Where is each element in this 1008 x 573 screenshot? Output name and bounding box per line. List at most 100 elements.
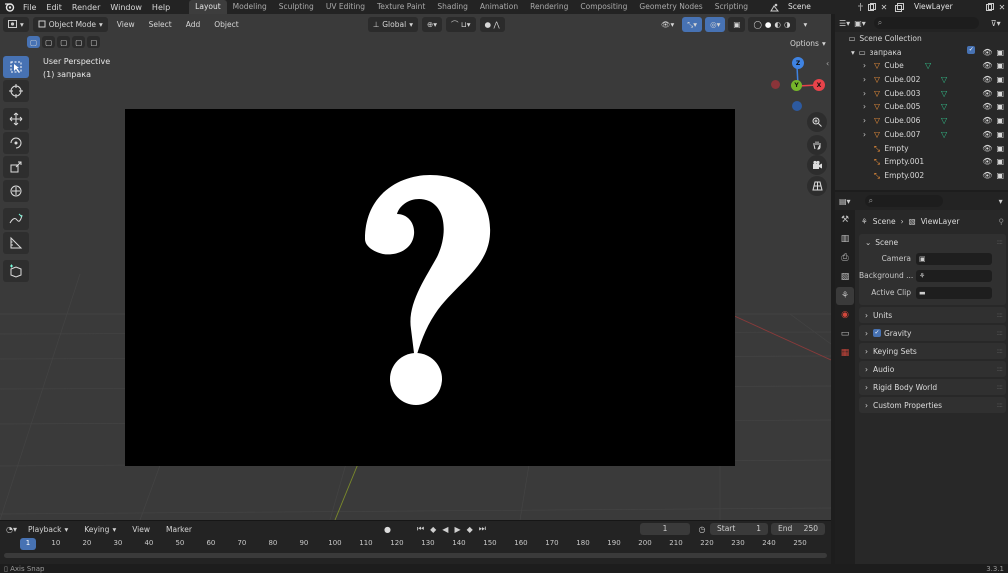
render-tab-icon[interactable]: ▥ (836, 230, 854, 248)
properties-editor-type-icon[interactable]: ▤▾ (839, 197, 851, 206)
outliner-item[interactable]: › ▽ Cube.006 👁 ▣ ▽ (835, 114, 1008, 128)
texture-tab-icon[interactable]: ▦ (836, 344, 854, 362)
scene-selector[interactable]: Scene (782, 1, 854, 13)
delete-view-layer-icon[interactable]: ✕ (996, 3, 1008, 12)
view-layer-tab-icon[interactable]: ▧ (836, 268, 854, 286)
menu-timeline-view[interactable]: View (127, 522, 155, 537)
drag-handle-icon[interactable]: :::: (997, 311, 1004, 319)
options-button[interactable]: Options ▾ (785, 36, 831, 51)
outliner-item[interactable]: › ▽ Cube.005 👁 ▣ ▽ (835, 100, 1008, 114)
tab-layout[interactable]: Layout (189, 0, 227, 14)
camera-render-icon[interactable]: ▣ (996, 169, 1004, 183)
drag-handle-icon[interactable]: :::: (997, 365, 1004, 373)
panel-header[interactable]: › Units:::: (859, 307, 1006, 323)
tab-modeling[interactable]: Modeling (227, 0, 273, 14)
visibility-select[interactable]: 👁▾ (656, 17, 679, 32)
active-clip-field[interactable]: ▬ (916, 286, 992, 299)
gizmo-y-axis[interactable]: Y (791, 80, 802, 91)
xray-toggle[interactable]: ▣ (728, 17, 746, 32)
drag-handle-icon[interactable]: :::: (997, 383, 1004, 391)
tab-scripting[interactable]: Scripting (709, 0, 754, 14)
record-icon[interactable]: ● (384, 525, 391, 534)
menu-render[interactable]: Render (67, 3, 105, 12)
outliner-scene-collection[interactable]: ▭ Scene Collection (835, 32, 1008, 46)
camera-render-icon[interactable]: ▣ (996, 100, 1004, 114)
select-mode-new-icon[interactable]: ▢ (27, 36, 41, 48)
tab-animation[interactable]: Animation (474, 0, 524, 14)
outliner-search-input[interactable]: ⌕ (873, 17, 979, 29)
drag-handle-icon[interactable]: :::: (997, 329, 1004, 337)
new-view-layer-icon[interactable] (984, 3, 996, 11)
solid-icon[interactable]: ● (765, 17, 772, 32)
end-frame-field[interactable]: End 250 (771, 523, 825, 535)
menu-help[interactable]: Help (147, 3, 175, 12)
tab-geometry-nodes[interactable]: Geometry Nodes (633, 0, 708, 14)
eye-icon[interactable]: 👁 (982, 169, 992, 183)
camera-field[interactable]: ▣ (916, 252, 992, 265)
background-scene-field[interactable]: ⚘ (916, 269, 992, 282)
camera-view-icon[interactable] (807, 155, 827, 175)
outliner-item[interactable]: › ▽ Cube.002 👁 ▣ ▽ (835, 73, 1008, 87)
display-mode-icon[interactable]: ▣▾ (854, 19, 866, 28)
eye-icon[interactable]: 👁 (982, 114, 992, 128)
menu-keying[interactable]: Keying ▾ (79, 522, 121, 537)
panel-header[interactable]: › Custom Properties:::: (859, 397, 1006, 413)
eye-icon[interactable]: 👁 (982, 155, 992, 169)
image-plane[interactable] (125, 109, 735, 466)
pin-icon[interactable]: ⚲ (999, 217, 1005, 226)
eye-icon[interactable]: 👁 (982, 87, 992, 101)
preview-range-clock-icon[interactable]: ◷ (696, 523, 708, 535)
properties-search-input[interactable]: ⌕ (864, 195, 943, 207)
eye-icon[interactable]: 👁 (982, 59, 992, 73)
panel-header[interactable]: › Rigid Body World:::: (859, 379, 1006, 395)
camera-render-icon[interactable]: ▣ (996, 142, 1004, 156)
zoom-icon[interactable] (807, 112, 827, 132)
move-tool[interactable] (3, 108, 29, 130)
rendered-icon[interactable]: ◑ (784, 17, 791, 32)
camera-render-icon[interactable]: ▣ (996, 155, 1004, 169)
eye-icon[interactable]: 👁 (982, 46, 992, 60)
delete-scene-icon[interactable]: ✕ (878, 3, 890, 12)
drag-handle-icon[interactable]: :::: (997, 238, 1004, 246)
tab-compositing[interactable]: Compositing (574, 0, 633, 14)
3d-viewport[interactable]: ▾ Object Mode ▾ View Select Add Object ⊥ … (0, 14, 831, 520)
outliner-item[interactable]: ⤡ Empty 👁 ▣ (835, 142, 1008, 156)
select-mode-subtract-icon[interactable]: ▢ (57, 36, 71, 48)
scale-tool[interactable] (3, 156, 29, 178)
select-mode-invert-icon[interactable]: ▢ (72, 36, 86, 48)
annotate-tool[interactable] (3, 208, 29, 230)
current-frame-field[interactable]: 1 (640, 523, 690, 535)
filter-icon[interactable]: ⊽▾ (991, 19, 1001, 28)
wireframe-icon[interactable]: ◯ (753, 17, 761, 32)
outliner-item[interactable]: ⤡ Empty.002 👁 ▣ (835, 169, 1008, 183)
measure-tool[interactable] (3, 232, 29, 254)
eye-icon[interactable]: 👁 (982, 100, 992, 114)
drag-handle-icon[interactable]: :::: (997, 401, 1004, 409)
play-reverse-icon[interactable]: ◀ (442, 525, 448, 534)
scene-panel-header[interactable]: ⌄ Scene :::: (859, 234, 1006, 250)
tab-texture-paint[interactable]: Texture Paint (371, 0, 431, 14)
play-icon[interactable]: ▶ (454, 525, 460, 534)
mesh-data-icon[interactable]: ▽ (941, 128, 947, 142)
proportional-editing-toggle[interactable]: ● ⋀ (479, 16, 505, 32)
eye-icon[interactable]: 👁 (982, 73, 992, 87)
properties-options-icon[interactable]: ▾ (999, 197, 1003, 206)
panel-header[interactable]: › ✓ Gravity:::: (859, 325, 1006, 341)
world-tab-icon[interactable]: ◉ (836, 306, 854, 324)
tab-shading[interactable]: Shading (431, 0, 473, 14)
menu-view[interactable]: View (112, 17, 140, 32)
camera-render-icon[interactable]: ▣ (996, 114, 1004, 128)
outliner-item[interactable]: › ▽ Cube.007 👁 ▣ ▽ (835, 128, 1008, 142)
panel-header[interactable]: › Audio:::: (859, 361, 1006, 377)
add-cube-tool[interactable] (3, 260, 29, 282)
camera-render-icon[interactable]: ▣ (996, 128, 1004, 142)
gizmo-neg-x-axis[interactable] (771, 80, 780, 89)
select-box-tool[interactable] (3, 56, 29, 78)
timeline-scrollbar[interactable] (4, 553, 827, 558)
mesh-data-icon[interactable]: ▽ (941, 73, 947, 87)
jump-end-icon[interactable]: ⏭ (479, 524, 486, 534)
output-tab-icon[interactable]: ⎙ (836, 249, 854, 267)
perspective-grid-icon[interactable] (807, 176, 827, 196)
exclude-checkbox[interactable]: ✓ (967, 45, 976, 54)
pivot-point-select[interactable]: ⊕▾ (421, 16, 443, 32)
